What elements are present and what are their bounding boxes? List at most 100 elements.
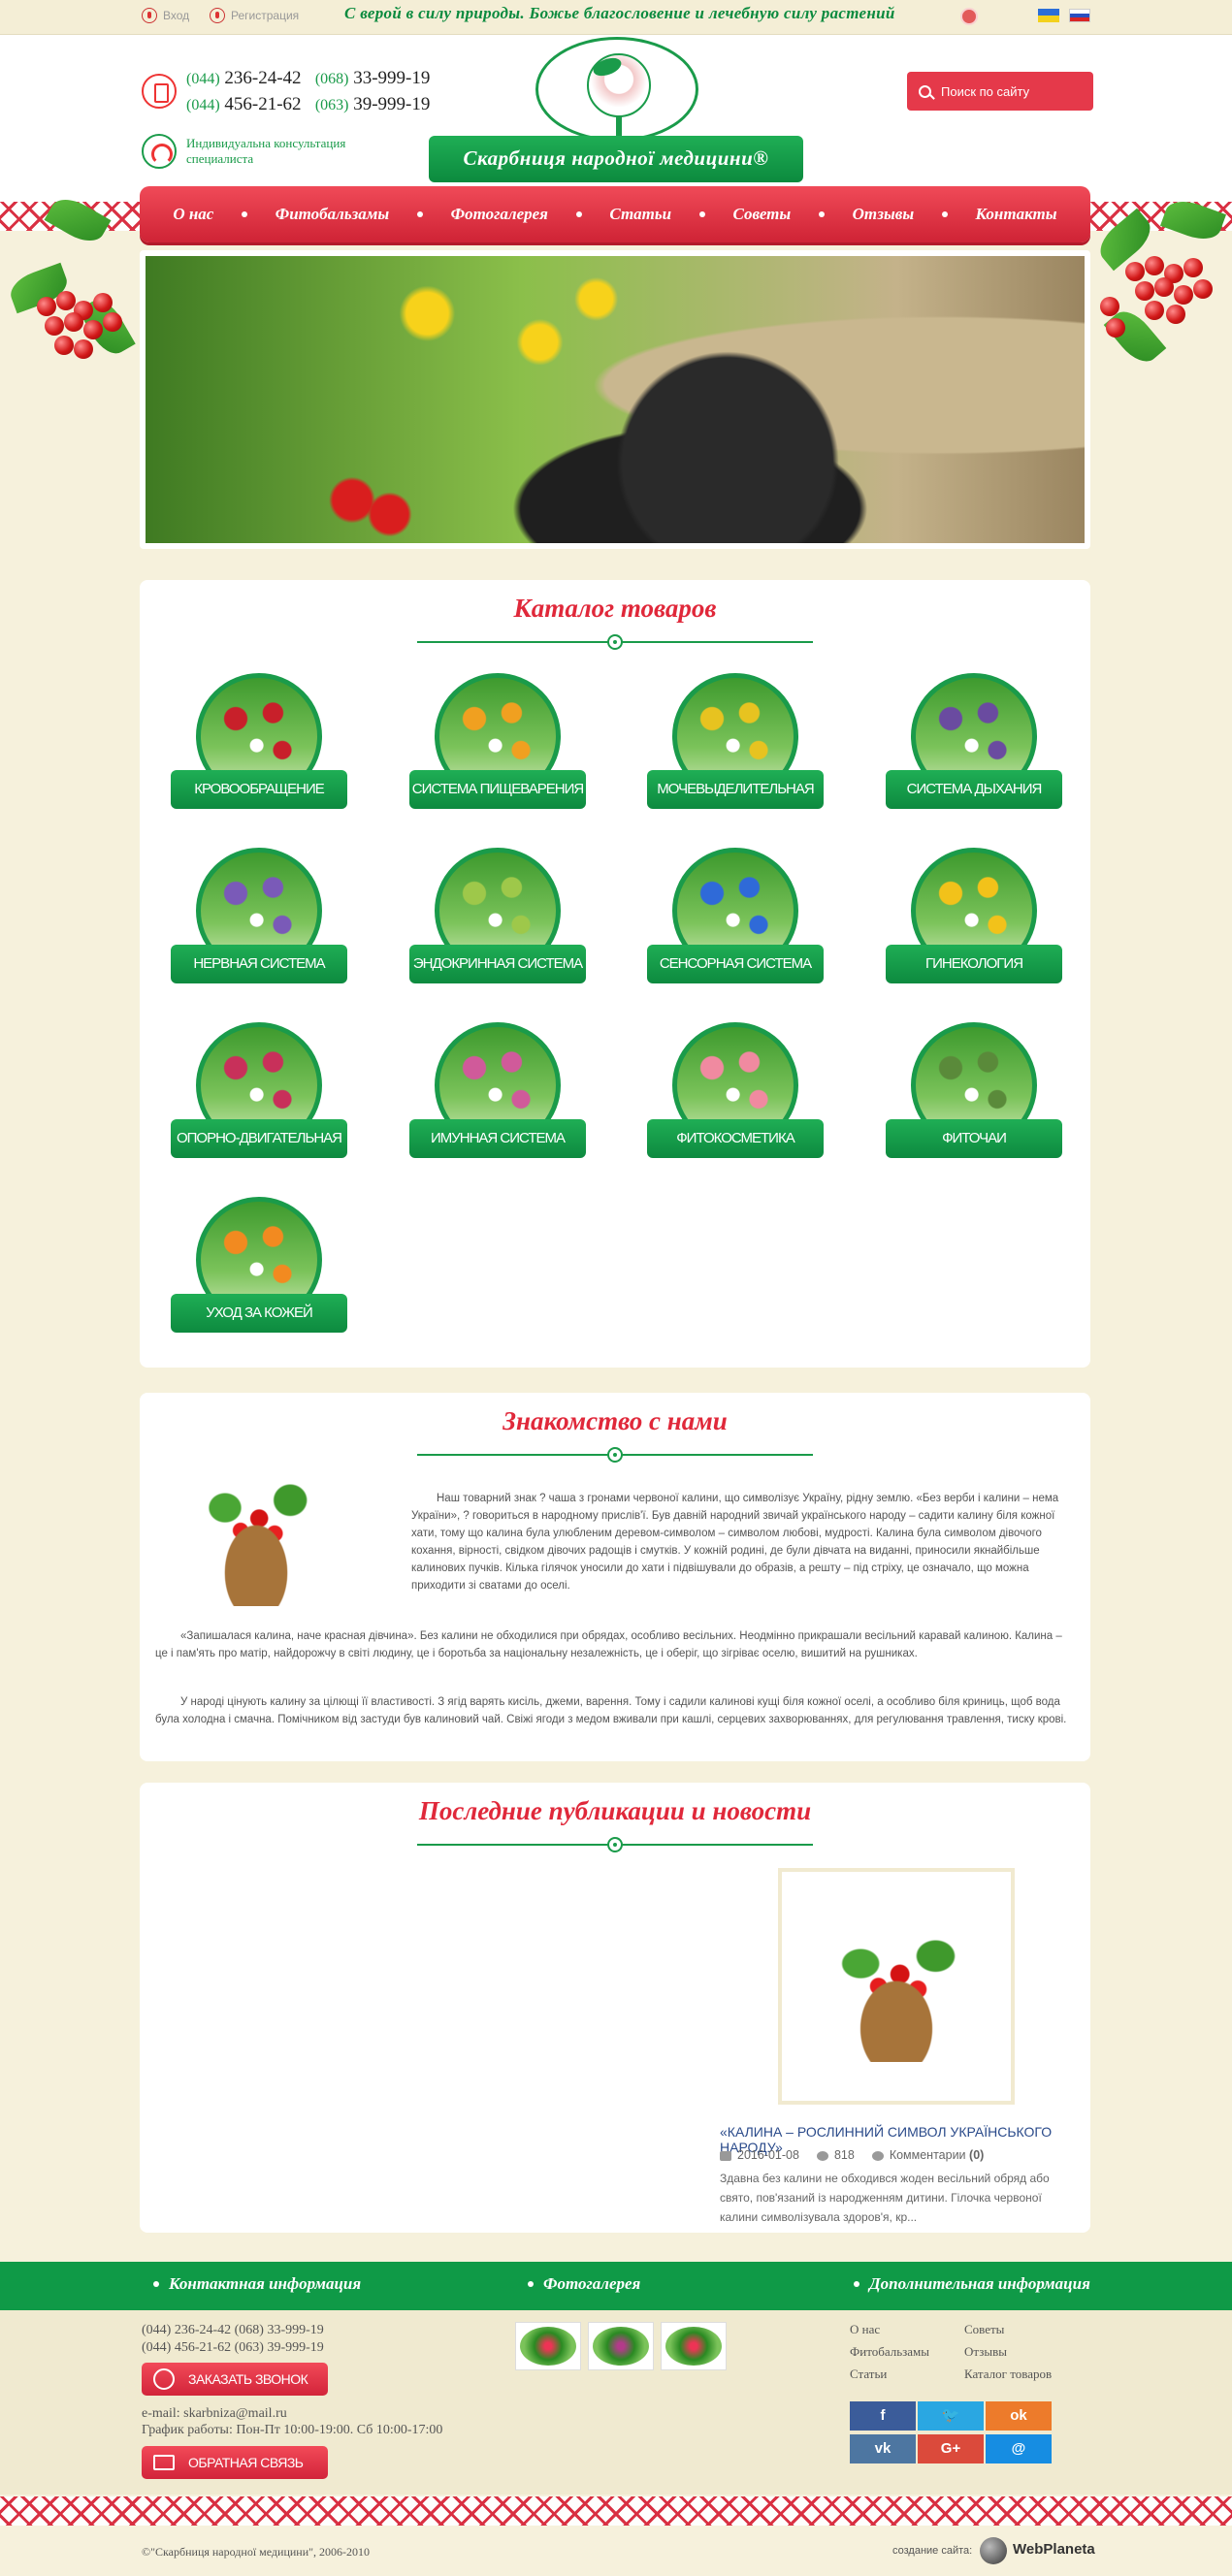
gallery-thumb[interactable] bbox=[661, 2322, 727, 2370]
category-button[interactable]: ФИТОЧАИ bbox=[886, 1119, 1062, 1158]
user-icon bbox=[210, 8, 225, 23]
catalog-item[interactable]: СЕНСОРНАЯ СИСТЕМА bbox=[647, 848, 824, 987]
search-box[interactable] bbox=[907, 72, 1093, 111]
nav-separator bbox=[818, 211, 825, 217]
category-button[interactable]: ОПОРНО-ДВИГАТЕЛЬНАЯ bbox=[171, 1119, 347, 1158]
nav-about[interactable]: О нас bbox=[173, 205, 213, 224]
twitter-icon[interactable]: 🐦 bbox=[918, 2401, 984, 2431]
headset-icon bbox=[142, 134, 177, 169]
footer-gallery-title: Фотогалерея bbox=[528, 2274, 640, 2294]
moi-mir-icon[interactable]: @ bbox=[986, 2434, 1052, 2463]
about-title: Знакомство с нами bbox=[503, 1406, 728, 1435]
berries-decoration-left bbox=[5, 191, 146, 369]
nav-separator bbox=[698, 211, 705, 217]
category-button[interactable]: УХОД ЗА КОЖЕЙ bbox=[171, 1294, 347, 1333]
order-call-button[interactable]: ЗАКАЗАТЬ ЗВОНОК bbox=[142, 2363, 328, 2396]
category-button[interactable]: ГИНЕКОЛОГИЯ bbox=[886, 945, 1062, 983]
nav-articles[interactable]: Статьи bbox=[609, 205, 671, 224]
register-link[interactable]: Регистрация bbox=[210, 8, 299, 23]
main-nav: О нас Фитобальзамы Фотогалерея Статьи Со… bbox=[140, 186, 1090, 242]
odnoklassniki-icon[interactable]: ok bbox=[986, 2401, 1052, 2431]
catalog-section: Каталог товаров КРОВООБРАЩЕНИЕ СИСТЕМА ПИ… bbox=[140, 580, 1090, 1368]
category-button[interactable]: ИМУННАЯ СИСТЕМА bbox=[409, 1119, 586, 1158]
catalog-item[interactable]: УХОД ЗА КОЖЕЙ bbox=[171, 1197, 347, 1336]
webplaneta-logo-icon[interactable] bbox=[980, 2537, 1007, 2564]
berries-decoration-right bbox=[1086, 194, 1232, 370]
catalog-item[interactable]: ГИНЕКОЛОГИЯ bbox=[886, 848, 1062, 987]
footer-phones-2: (044) 456-21-62 (063) 39-999-19 bbox=[142, 2340, 324, 2355]
facebook-icon[interactable]: f bbox=[850, 2401, 916, 2431]
catalog-item[interactable]: СИСТЕМА ПИЩЕВАРЕНИЯ bbox=[409, 673, 586, 813]
phone-icon bbox=[142, 74, 177, 109]
category-button[interactable]: СИСТЕМА ДЫХАНИЯ bbox=[886, 770, 1062, 809]
catalog-item[interactable]: ИМУННАЯ СИСТЕМА bbox=[409, 1022, 586, 1162]
eye-icon bbox=[816, 2150, 828, 2161]
logo-title[interactable]: Скарбниця народної медицини® bbox=[429, 136, 803, 182]
category-button[interactable]: МОЧЕВЫДЕЛИТЕЛЬНАЯ bbox=[647, 770, 824, 809]
news-image bbox=[807, 1911, 986, 2062]
footer-extra-title: Дополнительная информация bbox=[854, 2274, 1090, 2294]
login-link[interactable]: Вход bbox=[142, 8, 189, 23]
divider-ornament bbox=[607, 1837, 623, 1852]
developer-name[interactable]: WebPlaneta bbox=[1013, 2541, 1095, 2558]
footer-link-advice[interactable]: Советы bbox=[964, 2322, 1004, 2337]
category-button[interactable]: ЭНДОКРИННАЯ СИСТЕМА bbox=[409, 945, 586, 983]
news-excerpt: Здавна без калини не обходився жоден вес… bbox=[720, 2172, 1050, 2224]
category-button[interactable]: КРОВООБРАЩЕНИЕ bbox=[171, 770, 347, 809]
gallery-thumb[interactable] bbox=[515, 2322, 581, 2370]
news-views: 818 bbox=[816, 2148, 855, 2162]
viburnum-basket-image bbox=[178, 1455, 334, 1606]
nav-photogallery[interactable]: Фотогалерея bbox=[451, 205, 548, 224]
news-date: 2016-01-08 bbox=[720, 2148, 799, 2162]
footer-link-articles[interactable]: Статьи bbox=[850, 2367, 887, 2382]
phone-row-2: (044) 456-21-62 (063) 39-999-19 bbox=[186, 94, 431, 114]
lock-icon bbox=[142, 8, 157, 23]
gallery-thumb[interactable] bbox=[588, 2322, 654, 2370]
category-button[interactable]: ФИТОКОСМЕТИКА bbox=[647, 1119, 824, 1158]
news-comments[interactable]: Комментарии (0) bbox=[871, 2148, 984, 2162]
google-plus-icon[interactable]: G+ bbox=[918, 2434, 984, 2463]
category-button[interactable]: СЕНСОРНАЯ СИСТЕМА bbox=[647, 945, 824, 983]
hero-image bbox=[146, 256, 1085, 543]
calendar-icon bbox=[720, 2150, 731, 2161]
nav-phytobalsams[interactable]: Фитобальзамы bbox=[276, 205, 389, 224]
category-button[interactable]: СИСТЕМА ПИЩЕВАРЕНИЯ bbox=[409, 770, 586, 809]
copyright: ©"Скарбниця народної медицини", 2006-201… bbox=[142, 2545, 371, 2559]
nav-advice[interactable]: Советы bbox=[733, 205, 792, 224]
nav-contacts[interactable]: Контакты bbox=[976, 205, 1057, 224]
footer-link-reviews[interactable]: Отзывы bbox=[964, 2344, 1007, 2360]
footer-link-about[interactable]: О нас bbox=[850, 2322, 880, 2337]
catalog-item[interactable]: МОЧЕВЫДЕЛИТЕЛЬНАЯ bbox=[647, 673, 824, 813]
footer-link-phytobalsams[interactable]: Фитобальзамы bbox=[850, 2344, 929, 2360]
ukrainian-flag-icon[interactable] bbox=[1038, 9, 1059, 22]
divider-ornament bbox=[607, 634, 623, 650]
vk-icon[interactable]: vk bbox=[850, 2434, 916, 2463]
nav-reviews[interactable]: Отзывы bbox=[853, 205, 915, 224]
nav-separator bbox=[575, 211, 582, 217]
logo-emblem[interactable] bbox=[535, 37, 698, 142]
news-image-frame[interactable] bbox=[778, 1868, 1015, 2105]
about-paragraph-2: «Запишалася калина, наче красная дівчина… bbox=[155, 1630, 1062, 1659]
russian-flag-icon[interactable] bbox=[1069, 9, 1090, 22]
about-paragraph-3: У народі цінують калину за цілющі її вла… bbox=[155, 1696, 1067, 1725]
feedback-button[interactable]: ОБРАТНАЯ СВЯЗЬ bbox=[142, 2446, 328, 2479]
search-icon[interactable] bbox=[919, 84, 931, 98]
footer-link-catalog[interactable]: Каталог товаров bbox=[964, 2367, 1052, 2382]
catalog-item[interactable]: ФИТОКОСМЕТИКА bbox=[647, 1022, 824, 1162]
catalog-title: Каталог товаров bbox=[513, 594, 717, 623]
catalog-item[interactable]: НЕРВНАЯ СИСТЕМА bbox=[171, 848, 347, 987]
catalog-item[interactable]: СИСТЕМА ДЫХАНИЯ bbox=[886, 673, 1062, 813]
mail-icon bbox=[153, 2455, 175, 2470]
catalog-item[interactable]: ФИТОЧАИ bbox=[886, 1022, 1062, 1162]
catalog-item[interactable]: ОПОРНО-ДВИГАТЕЛЬНАЯ bbox=[171, 1022, 347, 1162]
made-by-label: создание сайта: bbox=[892, 2545, 973, 2557]
category-button[interactable]: НЕРВНАЯ СИСТЕМА bbox=[171, 945, 347, 983]
search-input[interactable] bbox=[941, 83, 1077, 99]
phone-row-1: (044) 236-24-42 (068) 33-999-19 bbox=[186, 68, 431, 88]
hero-banner bbox=[140, 250, 1090, 549]
chalice-stem bbox=[616, 115, 622, 137]
catalog-item[interactable]: ЭНДОКРИННАЯ СИСТЕМА bbox=[409, 848, 586, 987]
no-ads-icon bbox=[960, 8, 978, 25]
footer-email[interactable]: e-mail: skarbniza@mail.ru bbox=[142, 2405, 287, 2423]
catalog-item[interactable]: КРОВООБРАЩЕНИЕ bbox=[171, 673, 347, 813]
